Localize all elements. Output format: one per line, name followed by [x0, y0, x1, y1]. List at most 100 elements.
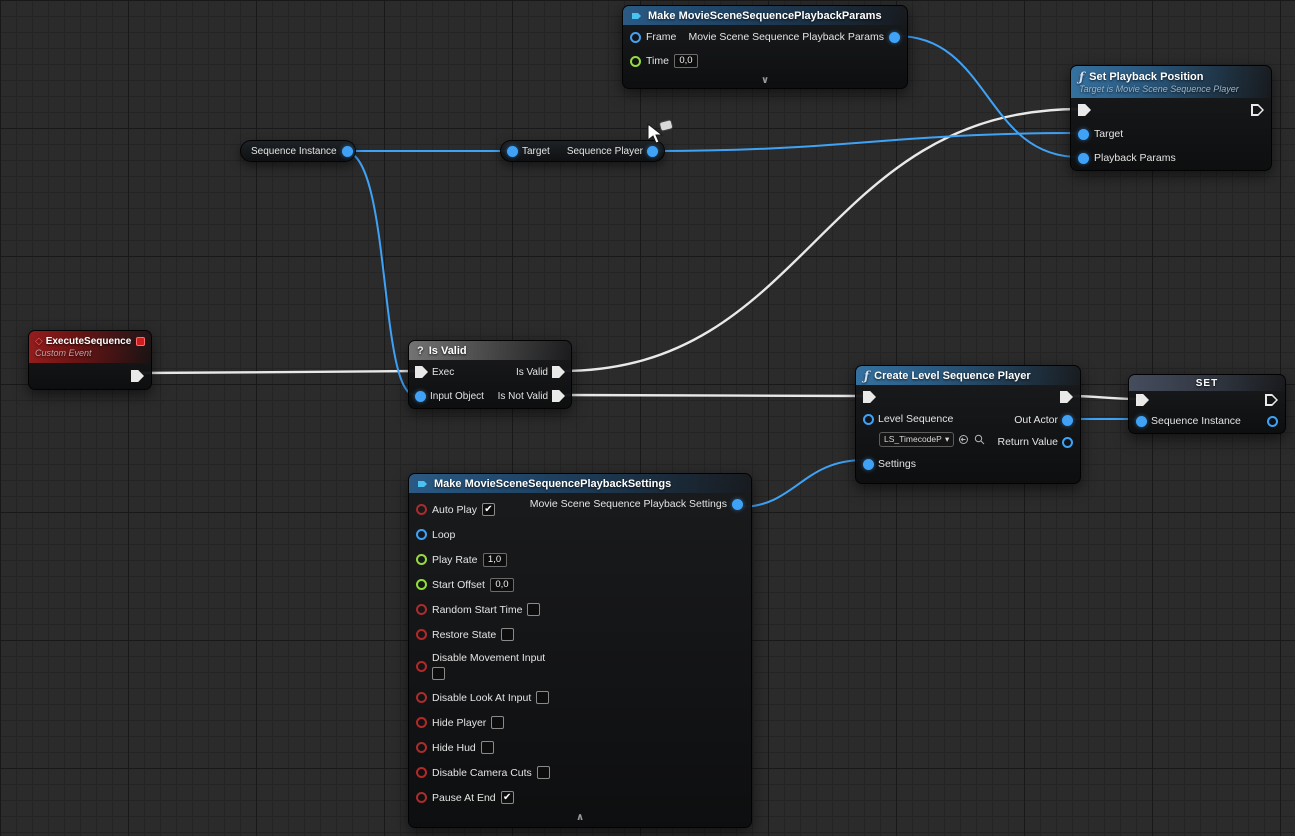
exec-out-pin[interactable] [1060, 391, 1073, 403]
input-object-pin[interactable] [415, 391, 426, 402]
random-start-time-checkbox[interactable] [527, 603, 540, 616]
exec-row [856, 385, 1080, 409]
pin-label: Start Offset [432, 579, 485, 591]
pin-row-play-rate: Play Rate 1,0 [409, 547, 751, 572]
hide-hud-checkbox[interactable] [481, 741, 494, 754]
return-value-pin[interactable] [1062, 437, 1073, 448]
function-icon: ƒ [864, 370, 869, 382]
node-is-valid[interactable]: ? Is Valid Exec Is Valid Input Object Is… [408, 340, 572, 409]
pin-row-disable-camera-cuts: Disable Camera Cuts [409, 760, 751, 785]
function-icon: ƒ [1079, 71, 1084, 83]
bool-pin[interactable] [416, 742, 427, 753]
bool-pin[interactable] [416, 629, 427, 640]
node-make-playback-settings[interactable]: Make MovieSceneSequencePlaybackSettings … [408, 473, 752, 828]
sequence-instance-input-pin[interactable] [1136, 416, 1147, 427]
restore-state-checkbox[interactable] [501, 628, 514, 641]
pin-label: Auto Play [432, 504, 477, 516]
bool-pin[interactable] [416, 661, 427, 672]
disable-movement-input-checkbox[interactable] [432, 667, 445, 680]
exec-in-pin[interactable] [1136, 394, 1149, 406]
frame-pin[interactable] [630, 32, 641, 43]
question-icon: ? [417, 345, 424, 357]
node-title: Make MovieSceneSequencePlaybackParams [648, 10, 882, 22]
exec-out-pin[interactable] [1251, 104, 1264, 116]
node-header: ƒ Create Level Sequence Player [856, 366, 1080, 385]
node-subtitle: Target is Movie Scene Sequence Player [1079, 84, 1263, 94]
node-make-playback-params[interactable]: Make MovieSceneSequencePlaybackParams Fr… [622, 5, 908, 89]
exec-in-pin[interactable] [863, 391, 876, 403]
node-set-playback-position[interactable]: ƒ Set Playback Position Target is Movie … [1070, 65, 1272, 171]
is-not-valid-exec-out-pin[interactable] [552, 390, 565, 402]
input-object-label: Input Object [430, 391, 484, 402]
loop-pin[interactable] [416, 529, 427, 540]
collapse-chevron-up[interactable]: ∧ [409, 810, 751, 825]
hide-player-checkbox[interactable] [491, 716, 504, 729]
time-pin[interactable] [630, 56, 641, 67]
bool-pin[interactable] [416, 767, 427, 778]
pin-row-start-offset: Start Offset 0,0 [409, 572, 751, 597]
node-execute-sequence-event[interactable]: ◇ ExecuteSequence Custom Event [28, 330, 152, 390]
browse-icon[interactable] [973, 433, 986, 446]
bool-pin[interactable] [416, 504, 427, 515]
node-set-sequence-instance[interactable]: SET Sequence Instance [1128, 374, 1286, 434]
pin-row: Exec Is Valid [409, 360, 571, 384]
params-output-pin[interactable] [889, 32, 900, 43]
exec-row [1129, 391, 1285, 409]
float-pin[interactable] [416, 554, 427, 565]
playback-params-pin[interactable] [1078, 153, 1089, 164]
disable-look-at-input-checkbox[interactable] [536, 691, 549, 704]
level-sequence-pin[interactable] [863, 414, 874, 425]
start-offset-field[interactable]: 0,0 [490, 578, 514, 592]
blueprint-graph-canvas[interactable]: Make MovieSceneSequencePlaybackParams Fr… [0, 0, 1295, 836]
pin-label: Pause At End [432, 792, 496, 804]
auto-play-checkbox[interactable]: ✔ [482, 503, 495, 516]
play-rate-field[interactable]: 1,0 [483, 553, 507, 567]
exec-in-pin[interactable] [1078, 104, 1091, 116]
wire-struct-params-to-playbackparams [897, 36, 1079, 157]
settings-pin[interactable] [863, 459, 874, 470]
node-get-sequence-instance[interactable]: Sequence Instance [240, 140, 356, 162]
target-pin[interactable] [1078, 129, 1089, 140]
target-input-label: Target [522, 146, 550, 157]
out-actor-pin[interactable] [1062, 415, 1073, 426]
bool-pin[interactable] [416, 792, 427, 803]
use-selected-icon[interactable] [957, 433, 970, 446]
pin-row-disable-movement-input: Disable Movement Input [409, 647, 751, 685]
node-header: ◇ ExecuteSequence Custom Event [29, 331, 151, 363]
pin-row-hide-player: Hide Player [409, 710, 751, 735]
pin-label: Disable Movement Input [432, 652, 545, 664]
sequence-player-output-pin[interactable] [647, 146, 658, 157]
level-sequence-dropdown[interactable]: LS_TimecodePr ▾ [879, 432, 954, 447]
pin-row-loop: Loop [409, 522, 751, 547]
mouse-cursor [645, 118, 675, 146]
bool-pin[interactable] [416, 717, 427, 728]
exec-out-pin[interactable] [131, 370, 144, 382]
exec-in-pin[interactable] [415, 366, 428, 378]
disable-camera-cuts-checkbox[interactable] [537, 766, 550, 779]
collapse-chevron-down[interactable]: ∨ [623, 73, 907, 88]
frame-pin-label: Frame [646, 31, 676, 43]
node-create-level-sequence-player[interactable]: ƒ Create Level Sequence Player Level Seq… [855, 365, 1081, 484]
node-get-sequence-player[interactable]: Target Sequence Player [500, 140, 665, 162]
time-value-field[interactable]: 0,0 [674, 54, 698, 68]
node-title: SET [1196, 378, 1218, 389]
pause-at-end-checkbox[interactable]: ✔ [501, 791, 514, 804]
pin-label: Restore State [432, 629, 496, 641]
set-output-pin[interactable] [1267, 416, 1278, 427]
target-input-pin[interactable] [507, 146, 518, 157]
exec-out-pin[interactable] [1265, 394, 1278, 406]
pin-row: Playback Params [1071, 146, 1271, 170]
sequence-instance-output-pin[interactable] [342, 146, 353, 157]
is-valid-exec-out-pin[interactable] [552, 366, 565, 378]
pin-label: Disable Look At Input [432, 692, 531, 704]
settings-output-pin[interactable] [732, 499, 743, 510]
float-pin[interactable] [416, 579, 427, 590]
wire-exec-event-to-isvalid [138, 371, 418, 373]
node-title: Create Level Sequence Player [874, 370, 1031, 382]
node-title: Make MovieSceneSequencePlaybackSettings [434, 478, 671, 490]
bool-pin[interactable] [416, 692, 427, 703]
settings-output: Movie Scene Sequence Playback Settings [530, 498, 743, 510]
event-bind-icon[interactable] [136, 337, 145, 346]
wire-struct-settings-to-settings [740, 460, 864, 507]
bool-pin[interactable] [416, 604, 427, 615]
